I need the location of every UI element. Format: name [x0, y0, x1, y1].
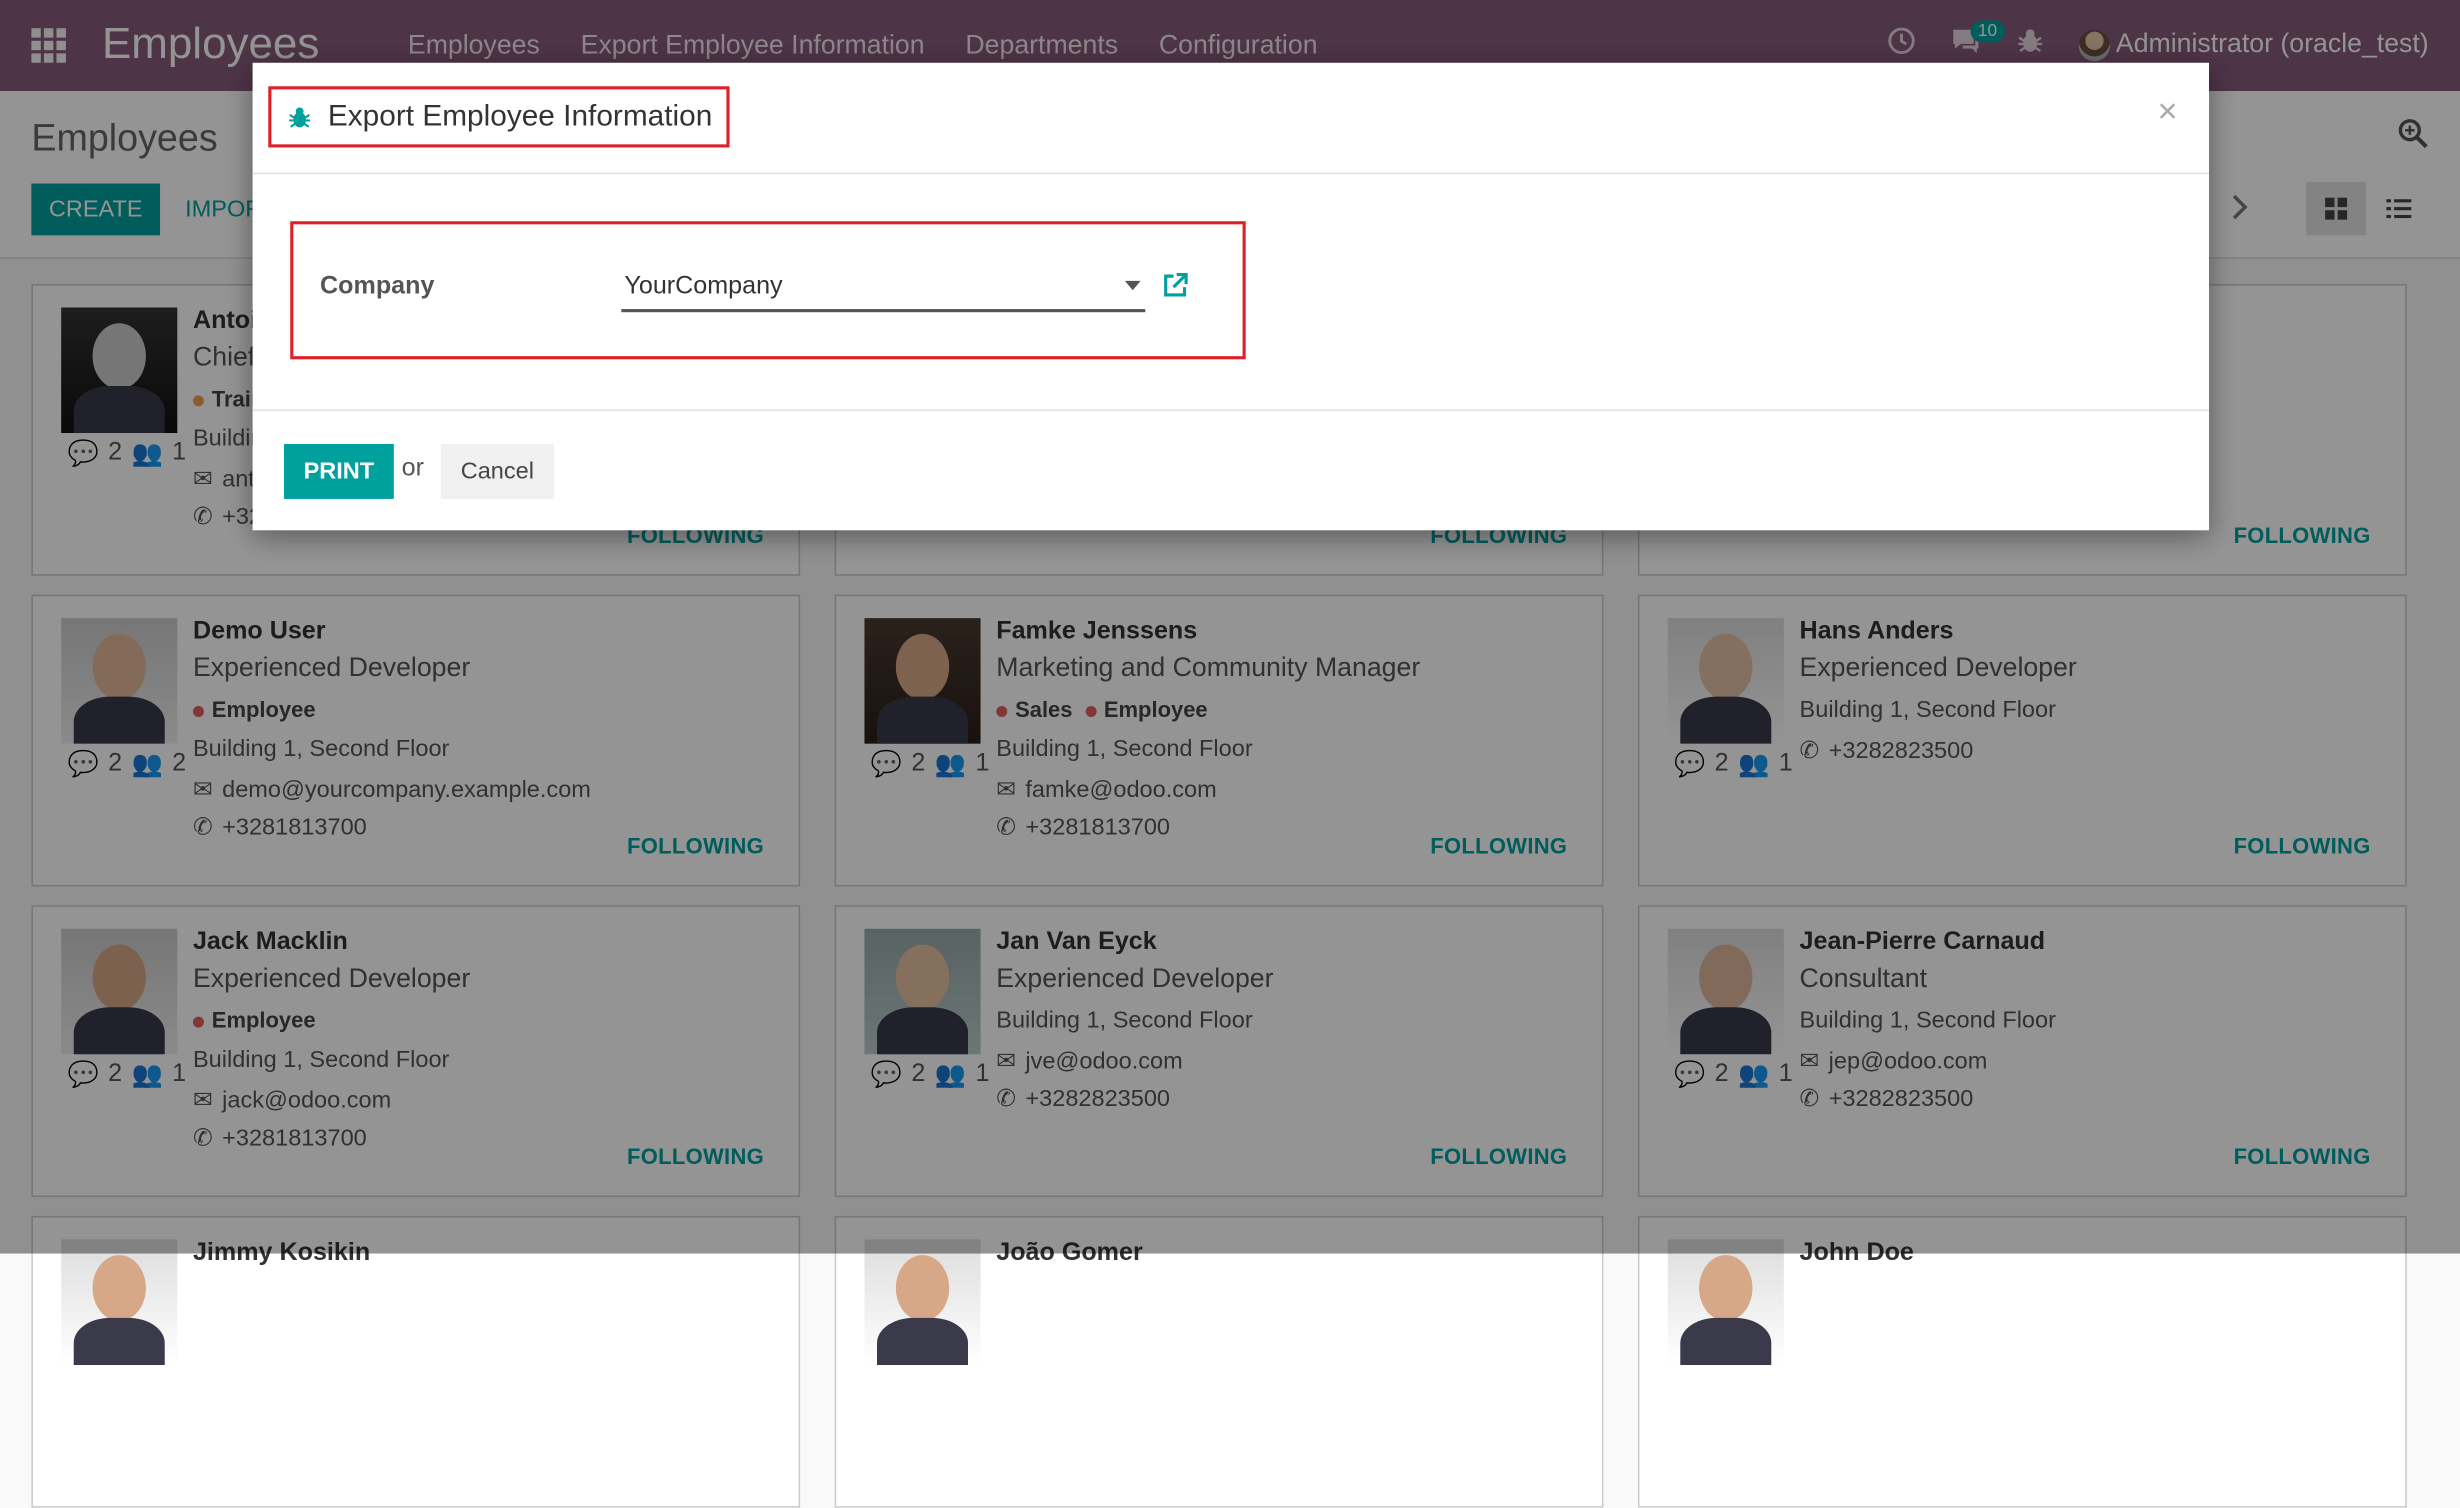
dialog-title: Export Employee Information: [327, 99, 713, 133]
close-icon[interactable]: ×: [2157, 91, 2177, 132]
chevron-down-icon[interactable]: [1124, 280, 1141, 291]
debug-bug-icon: [289, 106, 311, 127]
employee-photo: [864, 1239, 981, 1365]
or-separator: or: [401, 454, 424, 482]
external-link-icon[interactable]: [1161, 271, 1189, 307]
dialog-header: Export Employee Information ×: [252, 63, 2210, 175]
employee-card[interactable]: João Gomer: [834, 1215, 1604, 1508]
company-input[interactable]: [621, 265, 1146, 313]
dialog-body: Company: [252, 174, 2210, 412]
employee-card[interactable]: John Doe: [1637, 1215, 2407, 1508]
print-button[interactable]: PRINT: [283, 443, 394, 499]
company-field-highlight: Company: [290, 221, 1246, 360]
export-dialog: Export Employee Information × Company PR…: [252, 62, 2210, 531]
dialog-title-highlight: Export Employee Information: [268, 86, 730, 148]
employee-photo: [1667, 1239, 1784, 1365]
employee-photo: [61, 1239, 178, 1365]
company-label: Company: [320, 272, 435, 300]
employee-card[interactable]: Jimmy Kosikin: [31, 1215, 801, 1508]
dialog-footer: PRINT or Cancel: [253, 411, 2209, 530]
cancel-button[interactable]: Cancel: [440, 443, 554, 499]
